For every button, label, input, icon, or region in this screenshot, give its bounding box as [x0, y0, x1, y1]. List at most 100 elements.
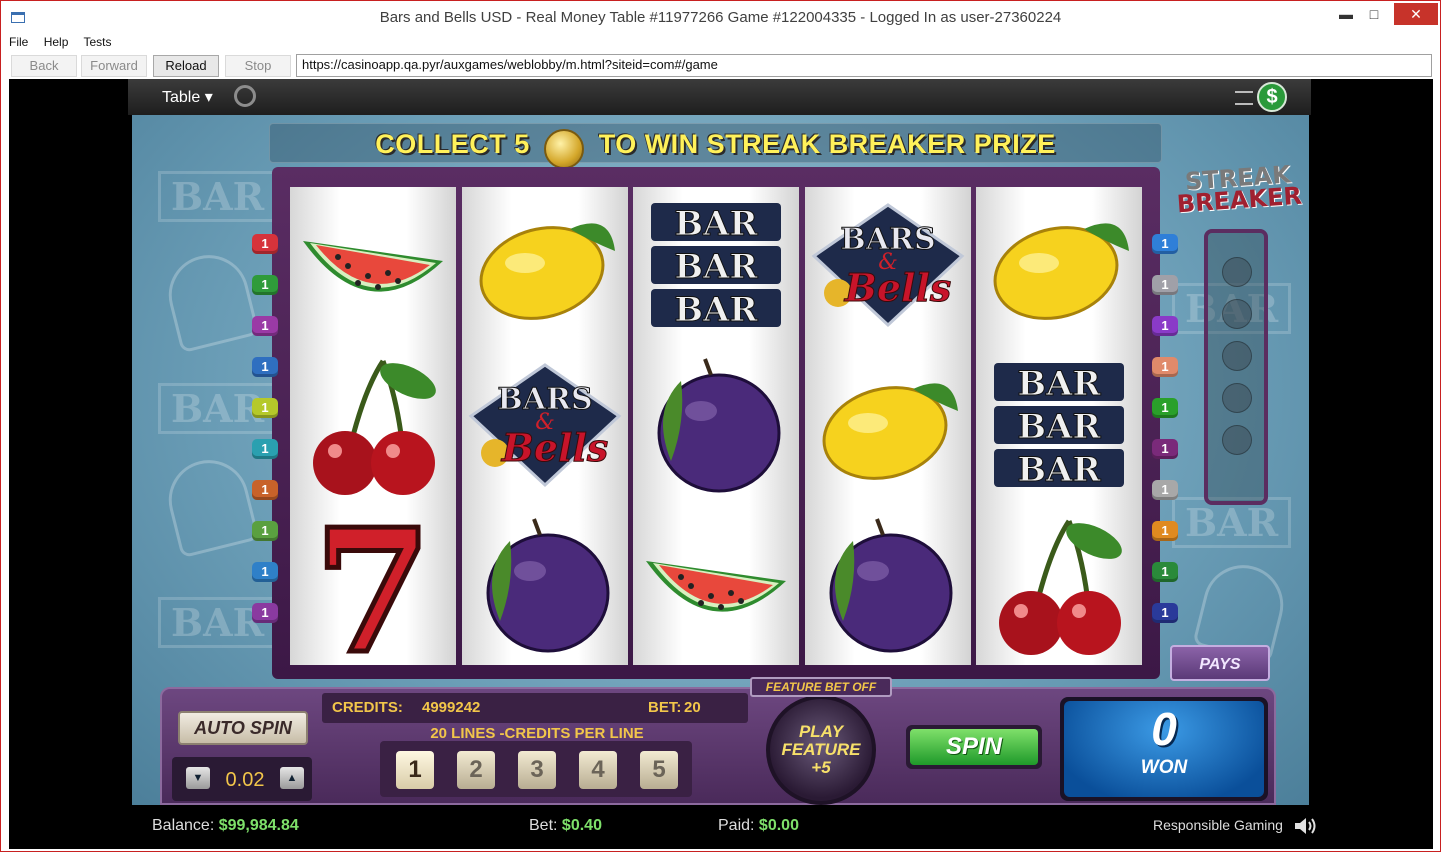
paid-display: Paid: $0.00 — [718, 817, 799, 835]
payline-right-8[interactable]: 1 — [1152, 521, 1178, 541]
bars-and-bells-symbol-icon: BARS & Bells — [462, 347, 628, 505]
play-feature-line3: +5 — [811, 758, 831, 777]
payline-left-10[interactable]: 1 — [252, 603, 278, 623]
won-display: 0 WON — [1060, 697, 1268, 801]
credits-per-line-1[interactable]: 1 — [396, 751, 434, 789]
stopwatch-icon[interactable] — [234, 85, 256, 107]
payline-left-6[interactable]: 1 — [252, 439, 278, 459]
pays-button[interactable]: PAYS — [1170, 645, 1270, 681]
streak-logo-line2: BREAKER — [1175, 181, 1303, 219]
credits-per-line-5[interactable]: 5 — [640, 751, 678, 789]
payline-left-5[interactable]: 1 — [252, 398, 278, 418]
payline-right-9[interactable]: 1 — [1152, 562, 1178, 582]
responsible-gaming-link[interactable]: Responsible Gaming — [1153, 817, 1317, 835]
watermelon-symbol-icon — [290, 187, 456, 345]
play-feature-button[interactable]: PLAY FEATURE +5 — [766, 695, 876, 805]
cherries-symbol-icon — [290, 347, 456, 505]
play-feature-line1: PLAY — [798, 722, 844, 741]
plum-symbol-icon — [462, 507, 628, 665]
won-value: 0 — [1151, 703, 1177, 755]
triple-bar-symbol-icon: BAR BAR BAR — [976, 347, 1142, 505]
credits-bar: CREDITS: 4999242 BET: 20 — [322, 693, 748, 723]
footer-bet-label: Bet: — [529, 817, 558, 834]
banner-text-after: TO WIN STREAK BREAKER PRIZE — [598, 129, 1056, 159]
payline-right-2[interactable]: 1 — [1152, 275, 1178, 295]
payline-right-6[interactable]: 1 — [1152, 439, 1178, 459]
stop-button[interactable]: Stop — [225, 55, 291, 77]
bars-and-bells-symbol-icon: BARS & Bells — [805, 187, 971, 345]
credits-per-line-4[interactable]: 4 — [579, 751, 617, 789]
close-button[interactable]: ✕ — [1394, 3, 1438, 25]
credits-per-line-2[interactable]: 2 — [457, 751, 495, 789]
balance-display: Balance: $99,984.84 — [152, 817, 299, 835]
payline-right-7[interactable]: 1 — [1152, 480, 1178, 500]
watermelon-symbol-icon — [633, 507, 799, 665]
payline-right-3[interactable]: 1 — [1152, 316, 1178, 336]
svg-text:BAR: BAR — [1017, 407, 1101, 447]
seven-symbol-icon: 7 — [290, 507, 456, 665]
back-button[interactable]: Back — [11, 55, 77, 77]
maximize-button[interactable]: □ — [1360, 3, 1388, 25]
credits-label: CREDITS: — [332, 699, 403, 716]
game-stage: BAR BAR BAR BAR BAR COLLECT 5 TO WIN STR… — [132, 115, 1309, 805]
cashier-icon[interactable]: $ — [1257, 82, 1287, 112]
menu-file[interactable]: File — [9, 35, 28, 49]
payline-right-5[interactable]: 1 — [1152, 398, 1178, 418]
speed-lines-icon — [1235, 91, 1253, 105]
control-panel: AUTO SPIN ▼ 0.02 ▲ CREDITS: 4999242 BET:… — [160, 677, 1276, 805]
feature-bet-status: FEATURE BET OFF — [750, 677, 892, 697]
lines-label: 20 LINES -CREDITS PER LINE — [430, 725, 644, 742]
url-input[interactable]: https://casinoapp.qa.pyr/auxgames/weblob… — [296, 54, 1432, 77]
paid-label: Paid: — [718, 817, 755, 834]
credits-value: 4999242 — [422, 699, 481, 716]
svg-text:BAR: BAR — [1017, 364, 1101, 404]
payline-left-9[interactable]: 1 — [252, 562, 278, 582]
bg-bell-icon — [160, 451, 260, 559]
lemon-symbol-icon — [462, 187, 628, 345]
title-bar: Bars and Bells USD - Real Money Table #1… — [1, 1, 1440, 34]
footer-bet-value: $0.40 — [561, 817, 602, 834]
svg-text:Bells: Bells — [843, 265, 951, 310]
reel-1: 7 — [290, 187, 456, 665]
payline-left-1[interactable]: 1 — [252, 234, 278, 254]
payline-left-7[interactable]: 1 — [252, 480, 278, 500]
minimize-button[interactable]: ▬ — [1332, 3, 1360, 25]
bet-display: Bet: $0.40 — [529, 817, 602, 835]
payline-right-10[interactable]: 1 — [1152, 603, 1178, 623]
bet-value: 20 — [684, 699, 701, 716]
payline-right-1[interactable]: 1 — [1152, 234, 1178, 254]
payline-left-8[interactable]: 1 — [252, 521, 278, 541]
meter-slot — [1222, 299, 1252, 329]
chevron-up-icon[interactable]: ▲ — [280, 767, 304, 789]
payline-left-4[interactable]: 1 — [252, 357, 278, 377]
chevron-down-icon[interactable]: ▼ — [186, 767, 210, 789]
speaker-icon[interactable] — [1293, 817, 1317, 835]
lemon-symbol-icon — [805, 347, 971, 505]
plum-symbol-icon — [805, 507, 971, 665]
spin-label: SPIN — [910, 729, 1038, 765]
credits-per-line-selector: 1 2 3 4 5 — [380, 741, 692, 797]
spin-button[interactable]: SPIN — [906, 725, 1042, 769]
reel-4: BARS & Bells — [804, 187, 971, 665]
menu-help[interactable]: Help — [44, 35, 69, 49]
reel-frame: 7 BARS & Bells BAR BAR BAR BARS & Bells BAR BAR BAR — [272, 167, 1160, 679]
bg-bell-icon — [160, 246, 260, 354]
balance-value: $99,984.84 — [218, 817, 299, 834]
balance-label: Balance: — [152, 817, 215, 834]
svg-text:BAR: BAR — [674, 247, 758, 287]
credits-per-line-3[interactable]: 3 — [518, 751, 556, 789]
denomination-stepper: ▼ 0.02 ▲ — [172, 757, 312, 801]
denomination-value: 0.02 — [225, 769, 265, 791]
payline-left-2[interactable]: 1 — [252, 275, 278, 295]
reload-button[interactable]: Reload — [153, 55, 219, 77]
payline-left-3[interactable]: 1 — [252, 316, 278, 336]
menu-tests[interactable]: Tests — [84, 35, 112, 49]
coin-icon — [544, 128, 585, 169]
forward-button[interactable]: Forward — [81, 55, 147, 77]
payline-right-4[interactable]: 1 — [1152, 357, 1178, 377]
svg-text:Bells: Bells — [500, 425, 608, 470]
auto-spin-button[interactable]: AUTO SPIN — [178, 711, 308, 745]
reel-5: BAR BAR BAR — [976, 187, 1142, 665]
table-menu-button[interactable]: Table ▾ — [162, 87, 213, 107]
responsible-gaming-label: Responsible Gaming — [1153, 817, 1283, 833]
